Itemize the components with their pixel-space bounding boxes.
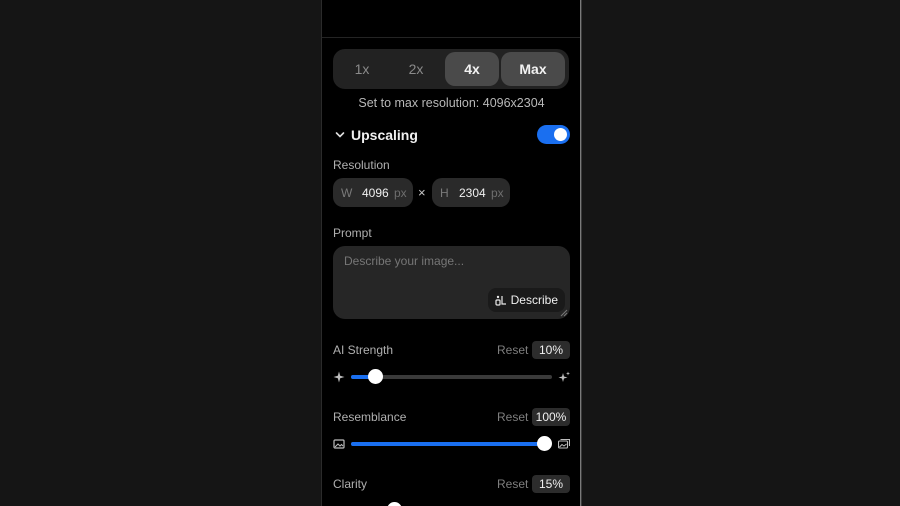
scale-1x-button[interactable]: 1x bbox=[337, 52, 387, 86]
resemblance-reset-button[interactable]: Reset bbox=[497, 410, 528, 424]
width-unit: px bbox=[394, 186, 407, 200]
max-resolution-note: Set to max resolution: 4096x2304 bbox=[358, 96, 545, 110]
describe-icon bbox=[495, 295, 506, 306]
scale-2x-button[interactable]: 2x bbox=[391, 52, 441, 86]
image-icon bbox=[333, 439, 345, 449]
height-unit: px bbox=[491, 186, 504, 200]
resemblance-slider-thumb[interactable] bbox=[537, 436, 552, 451]
sparkle-icon bbox=[333, 371, 345, 383]
clarity-slider-thumb[interactable] bbox=[387, 502, 402, 506]
section-title: Upscaling bbox=[351, 127, 418, 143]
resize-grip-icon[interactable] bbox=[560, 309, 568, 317]
describe-button[interactable]: Describe bbox=[487, 288, 565, 312]
resolution-label: Resolution bbox=[333, 158, 390, 172]
toggle-knob bbox=[554, 128, 567, 141]
width-field[interactable]: W 4096 px bbox=[333, 178, 413, 207]
times-icon: × bbox=[418, 185, 426, 200]
resemblance-value[interactable]: 100% bbox=[532, 408, 570, 426]
window-edge bbox=[580, 0, 581, 506]
upscaling-section-header[interactable]: Upscaling bbox=[335, 125, 418, 145]
images-icon bbox=[558, 438, 570, 449]
scale-max-button[interactable]: Max bbox=[501, 52, 565, 86]
scale-4x-button[interactable]: 4x bbox=[445, 52, 499, 86]
ai-strength-slider[interactable] bbox=[351, 369, 552, 384]
clarity-reset-button[interactable]: Reset bbox=[497, 477, 528, 491]
ai-strength-value[interactable]: 10% bbox=[532, 341, 570, 359]
height-field[interactable]: H 2304 px bbox=[432, 178, 510, 207]
resemblance-slider[interactable] bbox=[351, 436, 552, 451]
prompt-placeholder: Describe your image... bbox=[344, 254, 465, 268]
upscaling-toggle[interactable] bbox=[537, 125, 570, 144]
resemblance-label: Resemblance bbox=[333, 410, 407, 424]
width-value: 4096 bbox=[362, 186, 389, 200]
clarity-label: Clarity bbox=[333, 477, 368, 491]
chevron-down-icon bbox=[335, 132, 345, 138]
ai-strength-slider-thumb[interactable] bbox=[368, 369, 383, 384]
clarity-value[interactable]: 15% bbox=[532, 475, 570, 493]
prompt-label: Prompt bbox=[333, 226, 372, 240]
height-value: 2304 bbox=[459, 186, 486, 200]
ai-strength-reset-button[interactable]: Reset bbox=[497, 343, 528, 357]
ai-strength-label: AI Strength bbox=[333, 343, 394, 357]
describe-label: Describe bbox=[510, 293, 558, 307]
divider bbox=[322, 37, 581, 38]
sparkles-icon bbox=[558, 371, 570, 382]
scale-selector: 1x 2x 4x Max bbox=[333, 49, 569, 89]
width-prefix: W bbox=[341, 186, 353, 200]
height-prefix: H bbox=[440, 186, 449, 200]
resemblance-slider-fill bbox=[351, 442, 544, 446]
prompt-textarea[interactable]: Describe your image... Describe bbox=[333, 246, 570, 319]
settings-panel: 1x 2x 4x Max Set to max resolution: 4096… bbox=[321, 0, 582, 506]
